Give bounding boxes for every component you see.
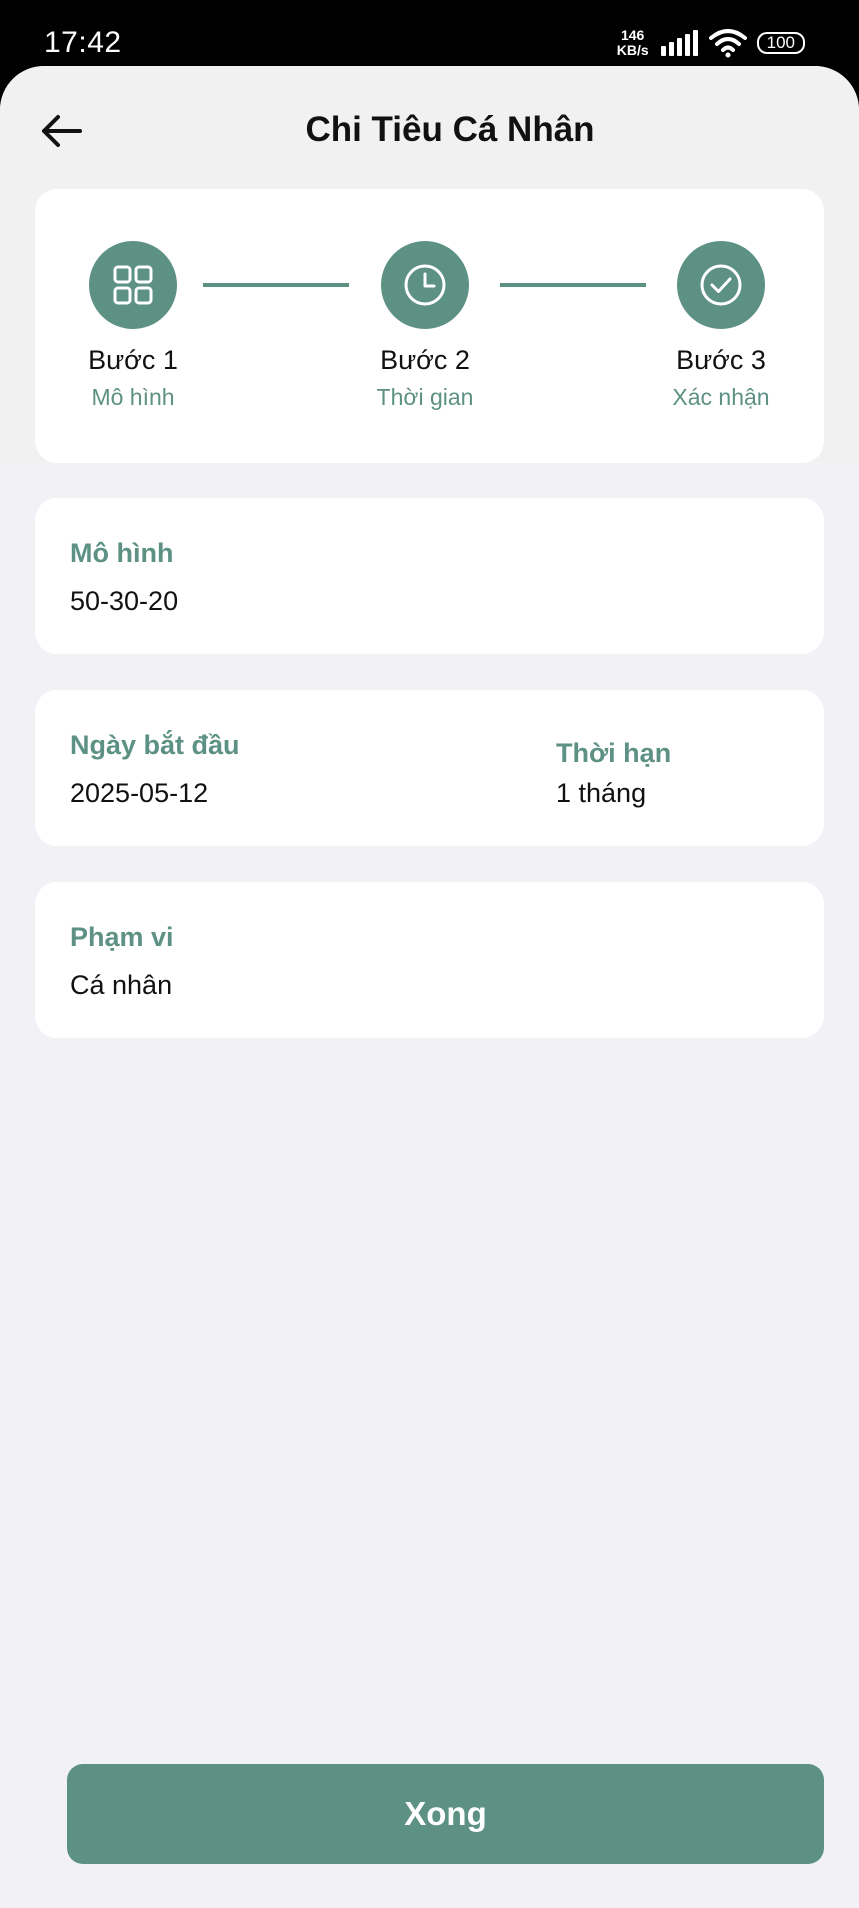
step-2-title: Bước 2 (380, 345, 470, 375)
scope-label: Phạm vi (70, 922, 174, 952)
network-speed-unit: KB/s (616, 42, 649, 58)
step-2: Bước 2 Thời gian (345, 241, 505, 411)
clock-icon (404, 264, 446, 306)
network-speed: 146 KB/s (617, 28, 649, 58)
page-title: Chi Tiêu Cá Nhân (305, 110, 595, 149)
app-screen: Chi Tiêu Cá Nhân Bước 1 Mô hình Bước 2 T… (0, 66, 859, 1908)
network-speed-value: 146 (620, 27, 645, 43)
scope-card: Phạm vi Cá nhân (35, 882, 824, 1038)
wifi-icon (708, 29, 747, 58)
duration-label: Thời hạn (556, 738, 672, 768)
start-date-value: 2025-05-12 (70, 778, 209, 808)
step-connector-2-3 (500, 283, 646, 287)
model-card: Mô hình 50-30-20 (35, 498, 824, 654)
step-1: Bước 1 Mô hình (53, 241, 213, 411)
step-1-title: Bước 1 (88, 345, 178, 375)
model-label: Mô hình (70, 538, 174, 568)
step-1-circle (89, 241, 177, 329)
grid-icon (113, 265, 153, 305)
status-indicators: 146 KB/s 100 (617, 28, 805, 58)
model-value: 50-30-20 (70, 586, 179, 616)
check-circle-icon (700, 264, 742, 306)
scope-value: Cá nhân (70, 970, 173, 1000)
duration-value: 1 tháng (556, 778, 647, 808)
step-3-subtitle: Xác nhận (672, 384, 770, 410)
stepper-card: Bước 1 Mô hình Bước 2 Thời gian Bước 3 X (35, 189, 824, 463)
step-3-title: Bước 3 (676, 345, 766, 375)
step-2-circle (381, 241, 469, 329)
signal-icon (660, 30, 698, 56)
done-button[interactable]: Xong (67, 1764, 824, 1864)
step-3: Bước 3 Xác nhận (641, 241, 801, 411)
status-time: 17:42 (44, 26, 122, 59)
battery-indicator: 100 (756, 32, 805, 54)
period-card: Ngày bắt đầu 2025-05-12 Thời hạn 1 tháng (35, 690, 824, 846)
start-date-label: Ngày bắt đầu (70, 730, 240, 760)
step-3-circle (677, 241, 765, 329)
step-connector-1-2 (203, 283, 349, 287)
step-2-subtitle: Thời gian (376, 384, 474, 410)
step-1-subtitle: Mô hình (91, 384, 175, 410)
